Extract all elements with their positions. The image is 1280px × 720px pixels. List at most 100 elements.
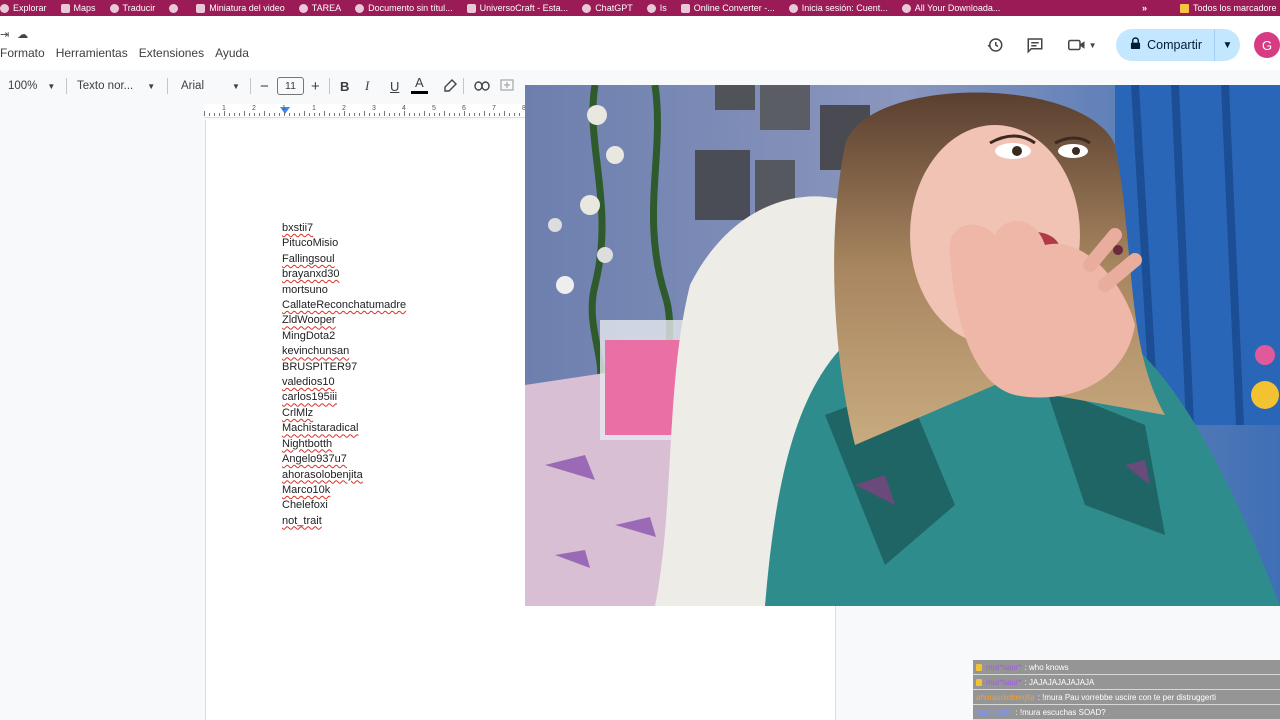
chat-message: mur*saur*: who knows bbox=[973, 660, 1280, 675]
link-icon[interactable] bbox=[470, 74, 494, 98]
converter-icon bbox=[680, 3, 690, 13]
menu-ayuda[interactable]: Ayuda bbox=[215, 46, 249, 60]
bookmark-item[interactable]: Maps bbox=[60, 3, 96, 13]
document-line[interactable]: Marco10k bbox=[282, 483, 406, 498]
ruler-number: 6 bbox=[462, 105, 466, 112]
ruler-tick bbox=[434, 113, 435, 116]
add-comment-icon[interactable] bbox=[496, 74, 518, 98]
ruler-tick bbox=[499, 113, 500, 116]
toolbar-divider bbox=[66, 78, 67, 94]
bookmark-item[interactable]: TAREA bbox=[298, 3, 341, 13]
document-line[interactable]: brayanxd30 bbox=[282, 267, 406, 282]
bookmark-label: UniversoCraft - Esta... bbox=[479, 3, 569, 13]
italic-icon[interactable]: I bbox=[361, 74, 373, 98]
document-line[interactable]: CrlMlz bbox=[282, 406, 406, 421]
avatar[interactable]: G bbox=[1254, 32, 1280, 58]
bookmark-item[interactable]: Explorar bbox=[0, 3, 47, 13]
menu-herramientas[interactable]: Herramientas bbox=[56, 46, 128, 60]
menu-extensiones[interactable]: Extensiones bbox=[139, 46, 204, 60]
font-family-select[interactable]: Arial ▼ bbox=[177, 74, 244, 98]
ruler-tick bbox=[384, 111, 385, 116]
lock-icon bbox=[1130, 37, 1141, 53]
document-line[interactable]: carlos195iii bbox=[282, 390, 406, 405]
horizontal-ruler[interactable]: 12112345678 bbox=[204, 104, 526, 118]
share-menu-chevron-icon[interactable]: ▼ bbox=[1214, 29, 1240, 61]
ruler-number: 3 bbox=[372, 105, 376, 112]
toolbar-divider bbox=[250, 78, 251, 94]
subscriber-badge-icon bbox=[976, 678, 982, 686]
document-line[interactable]: BRUSPITER97 bbox=[282, 360, 406, 375]
ruler-tick bbox=[304, 111, 305, 116]
share-button[interactable]: Compartir ▼ bbox=[1116, 29, 1240, 61]
chat-text: : !mura escuchas SOAD? bbox=[1015, 707, 1106, 717]
bookmark-item[interactable]: UniversoCraft - Esta... bbox=[466, 3, 569, 13]
history-icon[interactable] bbox=[982, 32, 1008, 58]
bookmark-item[interactable]: ChatGPT bbox=[582, 3, 633, 13]
chat-username: ahorasolobenjita bbox=[976, 692, 1035, 702]
document-line[interactable]: ahorasolobenjita bbox=[282, 468, 406, 483]
chevron-down-icon: ▼ bbox=[232, 81, 240, 91]
document-line[interactable]: CallateReconchatumadre bbox=[282, 298, 406, 313]
bookmark-item[interactable]: Online Converter -... bbox=[680, 3, 775, 13]
bookmark-item[interactable]: Inicia sesión: Cuent... bbox=[788, 3, 888, 13]
bookmark-item[interactable]: Documento sin títul... bbox=[355, 3, 453, 13]
cloud-saved-icon[interactable]: ☁ bbox=[17, 28, 28, 41]
ruler-number: 2 bbox=[252, 105, 256, 112]
document-line[interactable]: Nightbotth bbox=[282, 437, 406, 452]
ruler-tick bbox=[294, 113, 295, 116]
ruler-tick bbox=[484, 111, 485, 116]
move-folder-icon[interactable]: ⇥ bbox=[0, 28, 9, 41]
document-line[interactable]: kevinchunsan bbox=[282, 344, 406, 359]
document-line[interactable]: bxstii7 bbox=[282, 221, 406, 236]
document-line[interactable]: ZldWooper bbox=[282, 313, 406, 328]
chatgpt-icon bbox=[582, 3, 592, 13]
zoom-select[interactable]: 100% ▼ bbox=[4, 74, 59, 98]
comments-icon[interactable] bbox=[1022, 32, 1048, 58]
ruler-tick bbox=[254, 113, 255, 116]
ruler-tick bbox=[334, 113, 335, 116]
document-line[interactable]: not_trait bbox=[282, 514, 406, 529]
globe-icon bbox=[298, 3, 308, 13]
bookmark-item[interactable]: Traducir bbox=[109, 3, 155, 13]
webcam-overlay bbox=[525, 85, 1280, 606]
document-line[interactable]: Machistaradical bbox=[282, 421, 406, 436]
document-line[interactable]: mortsuno bbox=[282, 283, 406, 298]
meet-video-icon[interactable]: ▼ bbox=[1062, 32, 1102, 58]
bookmark-label: Documento sin títul... bbox=[368, 3, 453, 13]
bookmarks-bar: Explorar Maps Traducir Miniatura del video T… bbox=[0, 0, 1280, 16]
document-line[interactable]: Angelo937u7 bbox=[282, 452, 406, 467]
ruler-tick bbox=[364, 111, 365, 116]
ruler-tick bbox=[269, 113, 270, 116]
toolbar-divider bbox=[463, 78, 464, 94]
document-body[interactable]: bxstii7 PitucoMisio Fallingsoul brayanxd30 m… bbox=[282, 221, 406, 529]
docs-icon bbox=[355, 3, 365, 13]
bookmark-item[interactable]: Miniatura del video bbox=[196, 3, 285, 13]
document-line[interactable]: Fallingsoul bbox=[282, 252, 406, 267]
bookmark-label: Miniatura del video bbox=[209, 3, 285, 13]
highlight-icon[interactable] bbox=[439, 74, 461, 98]
subscriber-badge-icon bbox=[976, 663, 982, 671]
menu-formato[interactable]: Formato bbox=[0, 46, 45, 60]
ruler-tick bbox=[359, 113, 360, 116]
ruler-tick bbox=[419, 113, 420, 116]
bold-icon[interactable]: B bbox=[336, 74, 353, 98]
ruler-tick bbox=[514, 113, 515, 116]
underline-icon[interactable]: U bbox=[386, 74, 403, 98]
bookmark-item[interactable]: All Your Downloada... bbox=[901, 3, 1000, 13]
document-line[interactable]: PitucoMisio bbox=[282, 236, 406, 251]
font-size-input[interactable]: 11 bbox=[273, 74, 308, 98]
increase-font-size-button[interactable]: + bbox=[307, 74, 324, 98]
bookmarks-overflow-button[interactable]: » bbox=[1142, 3, 1147, 13]
bookmark-item[interactable] bbox=[169, 3, 182, 13]
text-color-icon[interactable]: A bbox=[411, 74, 428, 94]
ruler-tick bbox=[319, 113, 320, 116]
all-bookmarks-button[interactable]: Todos los marcadore bbox=[1180, 3, 1277, 13]
document-line[interactable]: Chelefoxi bbox=[282, 498, 406, 513]
document-line[interactable]: valedios10 bbox=[282, 375, 406, 390]
chevron-down-icon: ▼ bbox=[147, 81, 156, 91]
ruler-number: 4 bbox=[402, 105, 406, 112]
decrease-font-size-button[interactable]: − bbox=[256, 74, 273, 98]
paragraph-style-select[interactable]: Texto nor... ▼ bbox=[73, 74, 159, 98]
bookmark-item[interactable]: Is bbox=[646, 3, 667, 13]
document-line[interactable]: MingDota2 bbox=[282, 329, 406, 344]
